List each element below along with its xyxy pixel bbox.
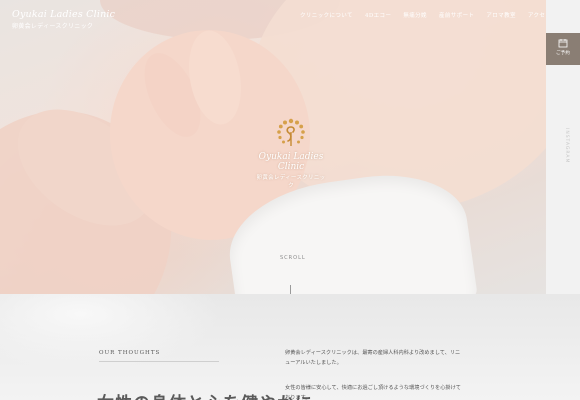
nav-item-access[interactable]: アクセス [528,11,546,19]
section-divider [99,361,219,362]
section-headline: 女性の身体と心を健やかに [97,389,313,400]
about-paragraph: 女性の皆様に安心して、快適にお過ごし頂けるような環境づくりを心掛けております。 [285,385,461,400]
hero-logo-en: Oyukai Ladies Clinic [258,152,324,172]
calendar-icon [558,39,568,48]
site-logo[interactable]: Oyukai Ladies Clinic 卵黄会レディースクリニック [12,9,115,30]
site-logo-en: Oyukai Ladies Clinic [12,9,116,20]
about-paragraph: 卵黄会レディースクリニックは、最寄の産婦人科内科より改めまして、リニューアルいた… [285,350,461,366]
hero-center-logo: Oyukai Ladies Clinic 卵黄会レディースクリニック [255,118,327,189]
nav-item-aroma-class[interactable]: アロマ教室 [486,11,516,19]
hero-logo-jp: 卵黄会レディースクリニック [256,175,326,189]
site-logo-jp: 卵黄会レディースクリニック [12,23,94,30]
main-nav: クリニックについて 4Dエコー 無痛分娩 産前サポート アロマ教室 アクセス [300,11,546,19]
scroll-indicator-label[interactable]: SCROLL [280,255,306,261]
instagram-link[interactable]: INSTAGRAM [564,128,569,163]
nav-item-4d-echo[interactable]: 4Dエコー [365,11,391,19]
reservation-button[interactable]: ご予約 [546,33,580,65]
reservation-button-label: ご予約 [555,51,571,56]
nav-item-clinic[interactable]: クリニックについて [300,11,353,19]
nav-item-prenatal-support[interactable]: 産前サポート [439,11,474,19]
hero-section: Oyukai Ladies Clinic 卵黄会レディースクリニック クリニック… [0,0,546,294]
section-label: OUR THOUGHTS [99,350,161,356]
clinic-emblem-icon [277,118,305,146]
nav-item-painless-birth[interactable]: 無痛分娩 [403,11,427,19]
